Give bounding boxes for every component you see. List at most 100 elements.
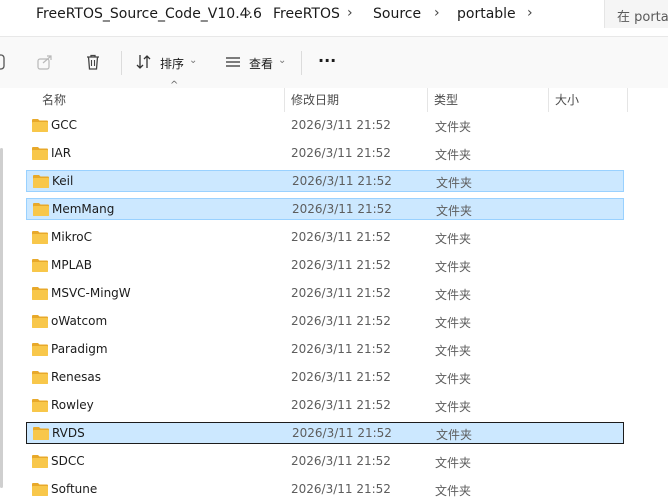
column-header-row: ^ 名称 修改日期 类型 大小 [14, 80, 668, 112]
rename-icon[interactable] [0, 53, 6, 74]
file-name: Softune [51, 482, 98, 496]
breadcrumb-source[interactable]: Source [373, 6, 421, 22]
file-date: 2026/3/11 21:52 [292, 426, 392, 440]
file-type: 文件夹 [435, 372, 472, 386]
search-placeholder: 在 porta [617, 10, 668, 25]
sort-button[interactable]: 排序 [160, 55, 184, 72]
list-item[interactable]: Rowley 2026/3/11 21:52 文件夹 [26, 395, 624, 417]
folder-icon [32, 371, 48, 384]
delete-icon[interactable] [84, 53, 102, 74]
file-date: 2026/3/11 21:52 [291, 370, 391, 384]
column-divider[interactable] [284, 88, 285, 112]
list-item-selected[interactable]: MemMang 2026/3/11 21:52 文件夹 [26, 198, 624, 220]
breadcrumb-freertos-source-code[interactable]: FreeRTOS_Source_Code_V10.4.6 [36, 6, 262, 22]
list-item[interactable]: MikroC 2026/3/11 21:52 文件夹 [26, 227, 624, 249]
file-name: MPLAB [51, 258, 92, 272]
file-type: 文件夹 [435, 484, 472, 498]
folder-icon [32, 287, 48, 300]
file-name: SDCC [51, 454, 85, 468]
column-divider[interactable] [548, 88, 549, 112]
list-item[interactable]: IAR 2026/3/11 21:52 文件夹 [26, 143, 624, 165]
column-divider[interactable] [427, 88, 428, 112]
file-type: 文件夹 [435, 316, 472, 330]
chevron-right-icon[interactable]: › [246, 5, 252, 21]
list-item[interactable]: MSVC-MingW 2026/3/11 21:52 文件夹 [26, 283, 624, 305]
column-header-type[interactable]: 类型 [434, 91, 458, 108]
file-name: RVDS [52, 426, 85, 440]
file-type: 文件夹 [435, 232, 472, 246]
chevron-right-icon[interactable]: › [434, 5, 440, 21]
file-type: 文件夹 [435, 400, 472, 414]
file-list: ^ 名称 修改日期 类型 大小 GCC 2026/3/11 21:52 文件夹 … [0, 80, 668, 498]
list-item[interactable]: GCC 2026/3/11 21:52 文件夹 [26, 115, 624, 137]
file-type: 文件夹 [435, 148, 472, 162]
list-item-focused[interactable]: RVDS 2026/3/11 21:52 文件夹 [26, 422, 624, 444]
list-item[interactable]: Renesas 2026/3/11 21:52 文件夹 [26, 367, 624, 389]
file-date: 2026/3/11 21:52 [291, 454, 391, 468]
file-type: 文件夹 [435, 120, 472, 134]
file-date: 2026/3/11 21:52 [291, 286, 391, 300]
list-item-selected[interactable]: Keil 2026/3/11 21:52 文件夹 [26, 170, 624, 192]
folder-icon [32, 315, 48, 328]
folder-icon [33, 427, 49, 440]
file-type: 文件夹 [435, 288, 472, 302]
list-item[interactable]: oWatcom 2026/3/11 21:52 文件夹 [26, 311, 624, 333]
share-icon[interactable] [36, 53, 54, 74]
view-icon[interactable] [224, 53, 242, 74]
folder-icon [32, 259, 48, 272]
column-header-size[interactable]: 大小 [555, 91, 579, 108]
sort-ascending-icon: ^ [170, 80, 179, 91]
list-item[interactable]: SDCC 2026/3/11 21:52 文件夹 [26, 451, 624, 473]
list-item[interactable]: Paradigm 2026/3/11 21:52 文件夹 [26, 339, 624, 361]
view-button[interactable]: 查看 [249, 55, 273, 72]
toolbar-divider [301, 51, 302, 75]
chevron-right-icon[interactable]: › [347, 5, 353, 21]
file-date: 2026/3/11 21:52 [291, 146, 391, 160]
file-date: 2026/3/11 21:52 [291, 258, 391, 272]
file-type: 文件夹 [435, 344, 472, 358]
scrollbar[interactable] [0, 148, 3, 488]
file-date: 2026/3/11 21:52 [291, 482, 391, 496]
file-name: MSVC-MingW [51, 286, 131, 300]
file-type: 文件夹 [435, 260, 472, 274]
breadcrumb-freertos[interactable]: FreeRTOS [273, 6, 340, 22]
file-name: MikroC [51, 230, 93, 244]
file-date: 2026/3/11 21:52 [291, 342, 391, 356]
sort-icon[interactable] [135, 53, 153, 74]
file-name: Keil [52, 174, 74, 188]
file-type: 文件夹 [435, 456, 472, 470]
column-header-date[interactable]: 修改日期 [291, 91, 339, 108]
file-date: 2026/3/11 21:52 [291, 314, 391, 328]
file-type: 文件夹 [436, 428, 473, 442]
folder-icon [32, 231, 48, 244]
list-item[interactable]: MPLAB 2026/3/11 21:52 文件夹 [26, 255, 624, 277]
column-header-name[interactable]: 名称 [42, 91, 66, 108]
file-name: oWatcom [51, 314, 108, 328]
chevron-right-icon[interactable]: › [527, 5, 533, 21]
file-name: IAR [51, 146, 72, 160]
chevron-down-icon[interactable]: ⌄ [278, 55, 286, 66]
file-name: Renesas [51, 370, 102, 384]
file-type: 文件夹 [436, 204, 473, 218]
folder-icon [32, 483, 48, 496]
command-bar: 排序 ⌄ 查看 ⌄ ··· [0, 36, 668, 89]
file-type: 文件夹 [436, 176, 473, 190]
file-date: 2026/3/11 21:52 [291, 230, 391, 244]
file-name: MemMang [52, 202, 115, 216]
toolbar-divider [121, 51, 122, 75]
chevron-down-icon[interactable]: ⌄ [189, 55, 197, 66]
folder-icon [32, 147, 48, 160]
folder-icon [32, 399, 48, 412]
address-bar[interactable]: FreeRTOS_Source_Code_V10.4.6 › FreeRTOS … [0, 0, 668, 36]
file-date: 2026/3/11 21:52 [292, 174, 392, 188]
list-item[interactable]: Softune 2026/3/11 21:52 文件夹 [26, 479, 624, 501]
file-date: 2026/3/11 21:52 [291, 118, 391, 132]
file-name: GCC [51, 118, 78, 132]
more-options-button[interactable]: ··· [318, 51, 336, 70]
folder-icon [33, 175, 49, 188]
column-divider[interactable] [627, 88, 628, 112]
breadcrumb-portable[interactable]: portable [457, 6, 516, 22]
search-box[interactable]: 在 porta [604, 0, 668, 28]
file-date: 2026/3/11 21:52 [292, 202, 392, 216]
file-name: Rowley [51, 398, 94, 412]
